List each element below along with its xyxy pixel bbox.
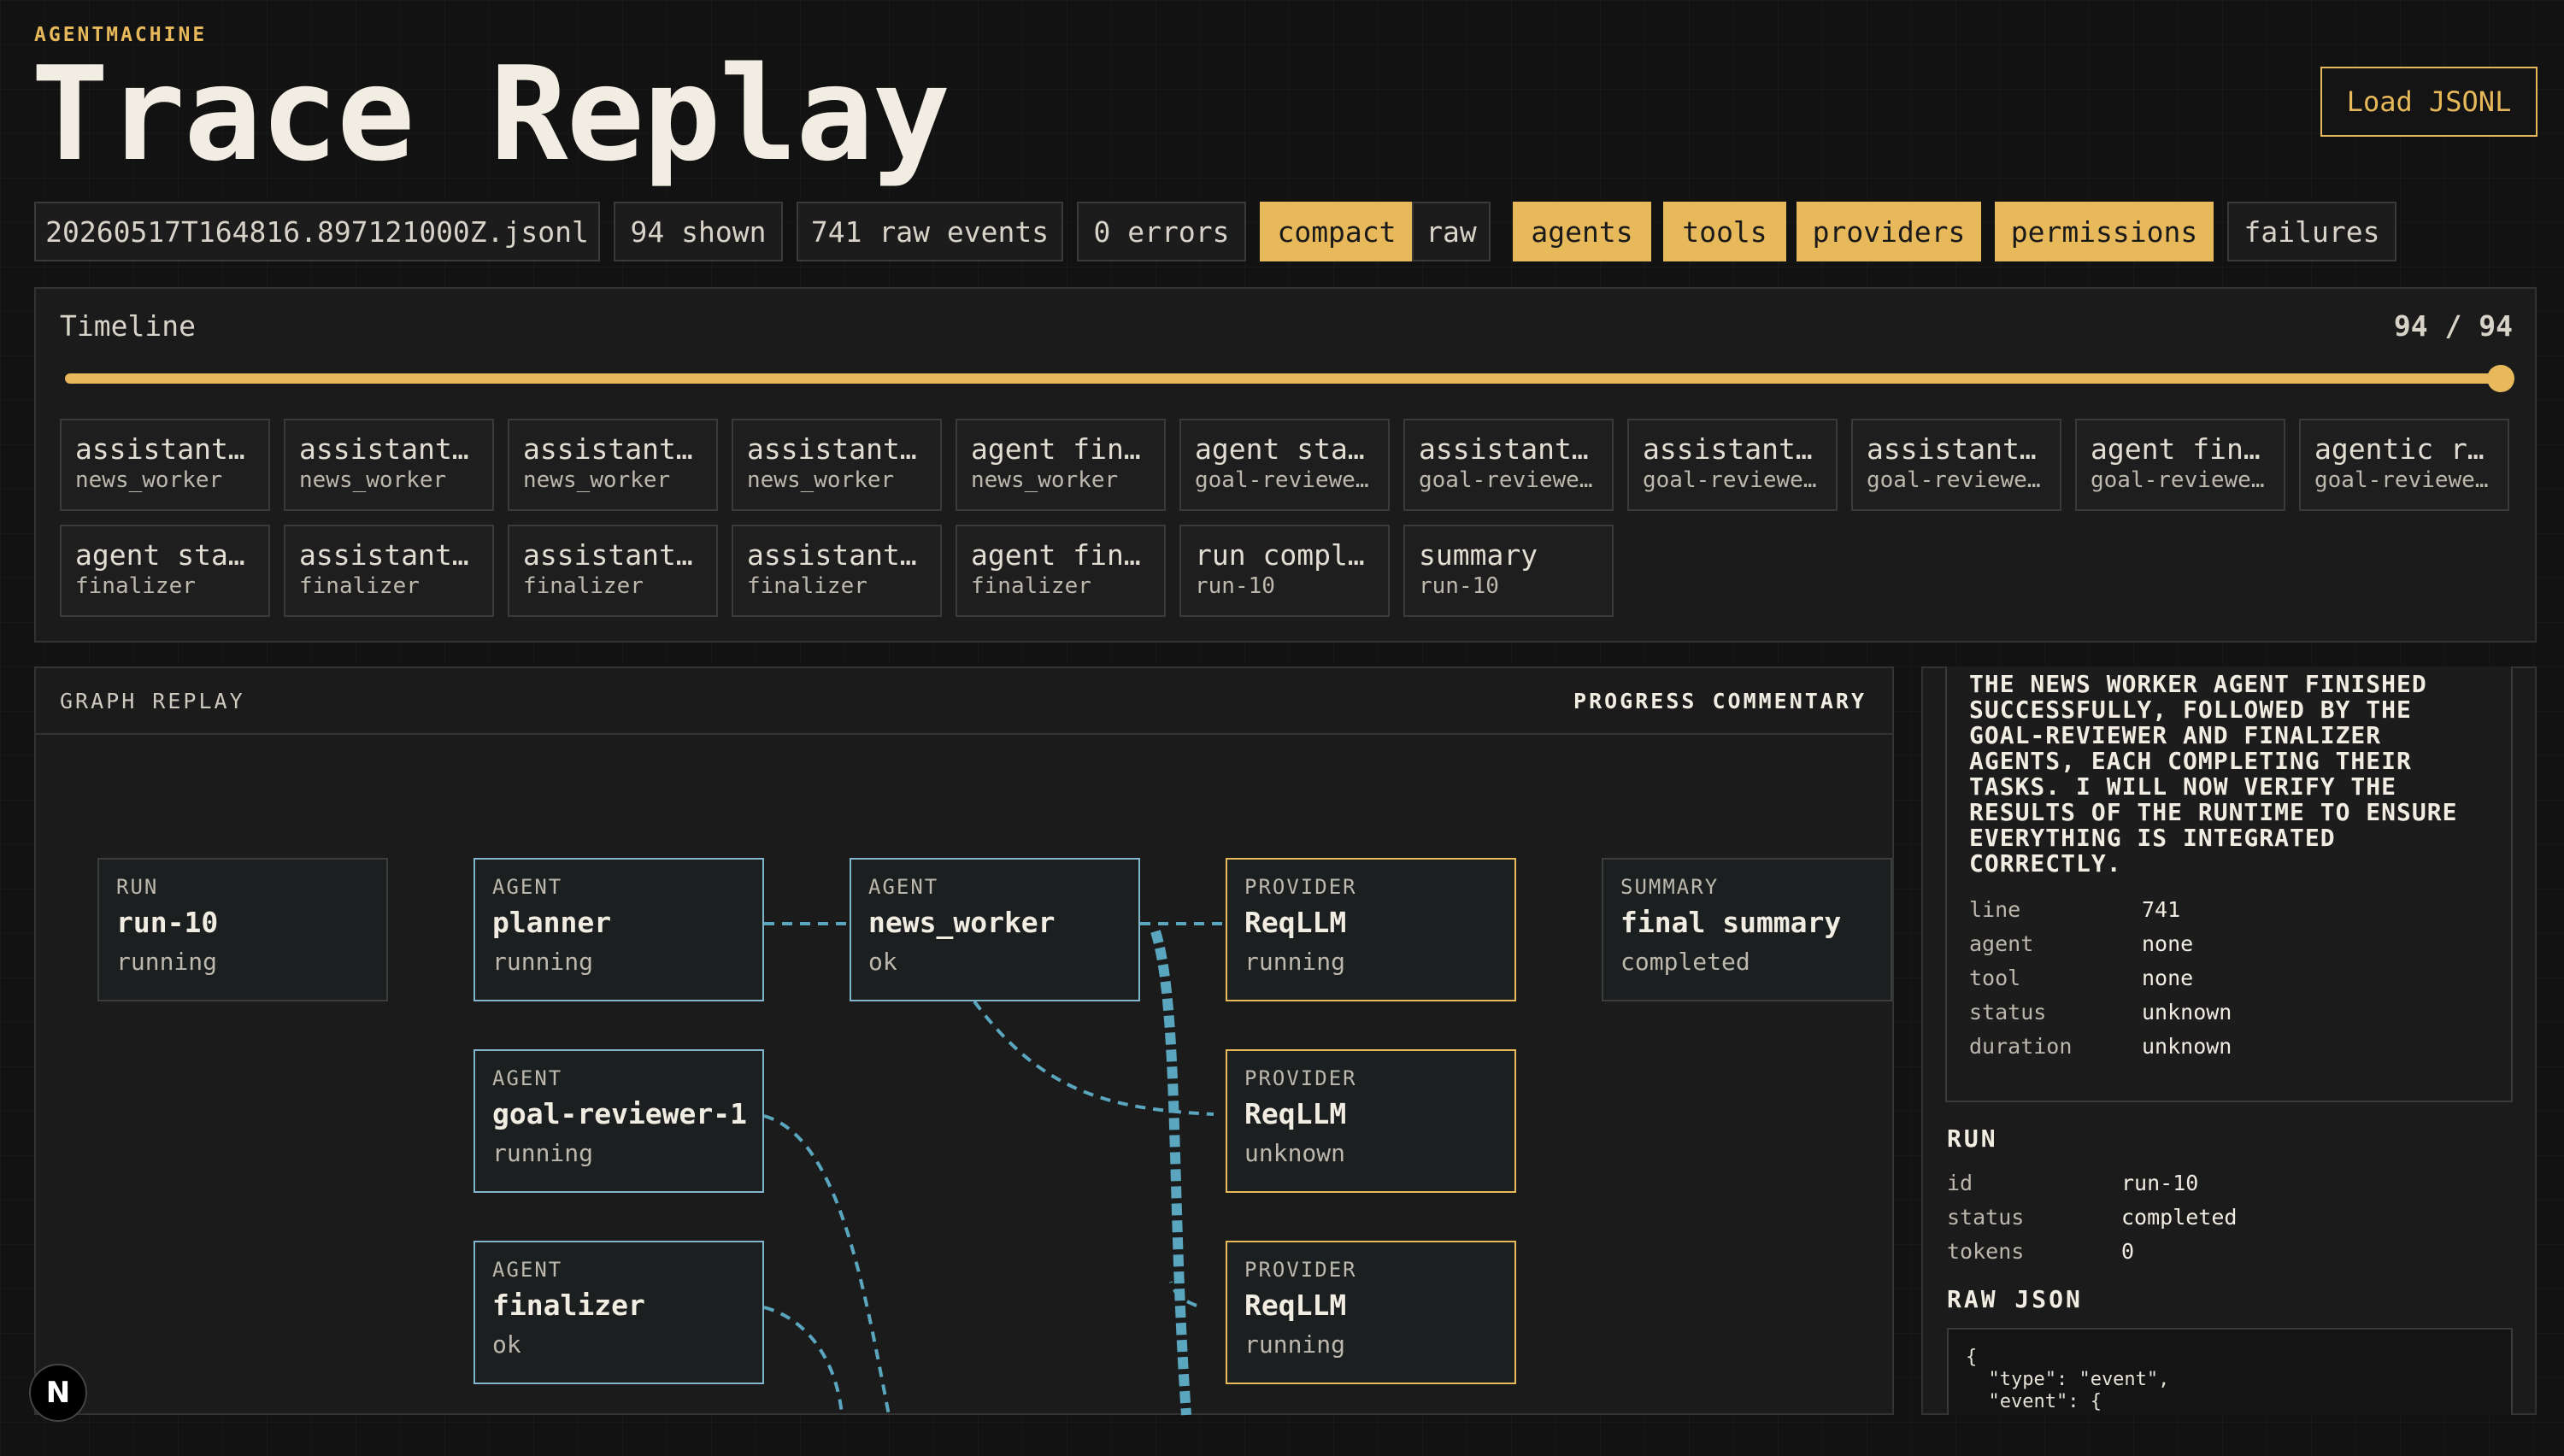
raw-json-viewer[interactable]: { "type": "event", "event": { xyxy=(1947,1328,2513,1415)
node-agent-finalizer[interactable]: AGENT finalizer ok xyxy=(473,1241,764,1384)
node-provider-3[interactable]: PROVIDER ReqLLM running xyxy=(1226,1241,1516,1384)
run-field-key: status xyxy=(1947,1205,2025,1230)
field-value: unknown xyxy=(2142,1000,2232,1024)
edge-news_worker-bundle xyxy=(1150,930,1191,1416)
field-key: agent xyxy=(1969,931,2034,956)
edge-news_worker-provider-2 xyxy=(973,1000,1214,1116)
node-agent-news-worker[interactable]: AGENT news_worker ok xyxy=(850,858,1140,1001)
raw-json-title: RAW JSON xyxy=(1947,1285,2083,1313)
next-logo-icon[interactable]: N xyxy=(29,1364,87,1422)
commentary-message: THE NEWS WORKER AGENT FINISHED SUCCESSFU… xyxy=(1969,670,2458,878)
field-key: duration xyxy=(1969,1034,2073,1059)
field-key: status xyxy=(1969,1000,2047,1024)
field-value: 741 xyxy=(2142,897,2181,922)
field-key: tool xyxy=(1969,966,2021,990)
node-agent-planner[interactable]: AGENT planner running xyxy=(473,858,764,1001)
run-field-value: 0 xyxy=(2121,1239,2135,1264)
edge-finalizer xyxy=(763,1306,844,1416)
run-field-key: tokens xyxy=(1947,1239,2025,1264)
field-value: none xyxy=(2142,931,2194,956)
node-summary[interactable]: SUMMARY final summary completed xyxy=(1602,858,1892,1001)
node-run[interactable]: RUN run-10 running xyxy=(97,858,388,1001)
run-fields: id run-10 status completed tokens 0 xyxy=(1947,1171,2494,1273)
field-value: unknown xyxy=(2142,1034,2232,1059)
field-value: none xyxy=(2142,966,2194,990)
run-field-key: id xyxy=(1947,1171,1973,1195)
run-section-title: RUN xyxy=(1947,1124,1998,1153)
raw-json-text: { "type": "event", "event": { xyxy=(1966,1347,2170,1412)
node-agent-goal-reviewer[interactable]: AGENT goal-reviewer-1 running xyxy=(473,1049,764,1193)
field-key: line xyxy=(1969,897,2021,922)
event-fields: line 741 agent none tool none status unknown… xyxy=(1969,897,2482,1068)
run-field-value: completed xyxy=(2121,1205,2238,1230)
edge-goal-reviewer xyxy=(763,1114,891,1416)
node-provider-2[interactable]: PROVIDER ReqLLM unknown xyxy=(1226,1049,1516,1193)
node-provider-1[interactable]: PROVIDER ReqLLM running xyxy=(1226,858,1516,1001)
run-field-value: run-10 xyxy=(2121,1171,2199,1195)
